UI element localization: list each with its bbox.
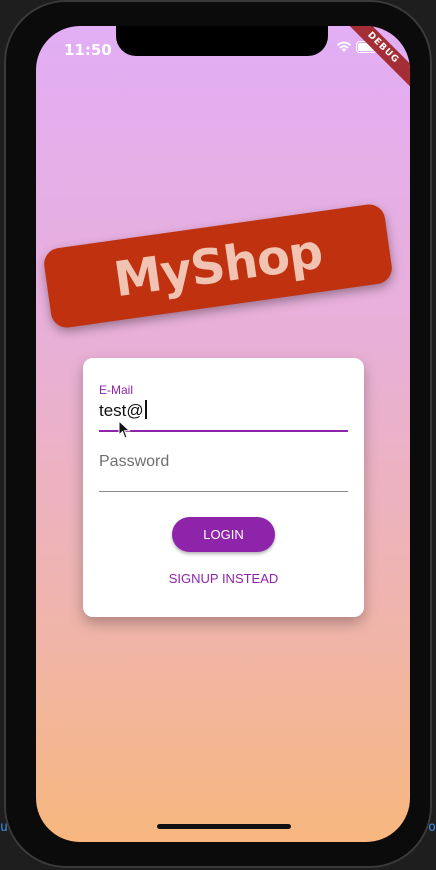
phone-frame: 11:50 DEBUG MyShop E-Mail test@ Password… — [4, 0, 432, 868]
password-field-underline — [99, 491, 348, 492]
home-indicator[interactable] — [157, 824, 291, 829]
email-field-label: E-Mail — [99, 383, 134, 397]
password-field[interactable]: Password — [99, 453, 169, 471]
email-field-value[interactable]: test@ — [99, 401, 144, 420]
signup-instead-button[interactable]: SIGNUP INSTEAD — [83, 571, 364, 586]
email-field[interactable]: test@ — [99, 400, 147, 421]
phone-notch — [116, 26, 328, 56]
mouse-pointer-icon — [118, 419, 132, 440]
text-caret — [144, 400, 147, 419]
status-time: 11:50 — [64, 41, 112, 59]
email-field-underline — [99, 430, 348, 432]
app-logo-title: MyShop — [110, 223, 326, 309]
auth-card: E-Mail test@ Password LOGIN SIGNUP INSTE… — [83, 358, 364, 617]
debug-banner: DEBUG — [338, 26, 410, 93]
login-button[interactable]: LOGIN — [172, 517, 275, 552]
app-screen: 11:50 DEBUG MyShop E-Mail test@ Password… — [36, 26, 410, 842]
logo-badge: MyShop — [42, 202, 394, 330]
wifi-icon — [336, 40, 352, 58]
